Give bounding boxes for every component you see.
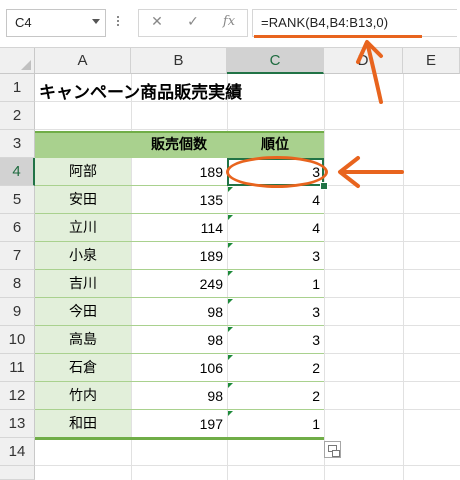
error-indicator-icon[interactable] <box>228 271 233 276</box>
gridline <box>35 465 460 466</box>
error-indicator-icon[interactable] <box>228 355 233 360</box>
cell-name[interactable]: 吉川 <box>35 270 131 298</box>
function-icon[interactable]: fx <box>217 14 241 34</box>
cell-quantity[interactable]: 197 <box>131 410 223 438</box>
cell-quantity[interactable]: 189 <box>131 242 223 270</box>
arrow-left-icon <box>338 156 404 188</box>
name-box-value: C4 <box>15 15 32 30</box>
cell-rank[interactable]: 3 <box>227 298 320 326</box>
highlight-oval-annotation <box>226 156 328 188</box>
column-header-c[interactable]: C <box>227 48 324 74</box>
formula-underline-annotation <box>254 35 422 38</box>
cell-rank[interactable]: 4 <box>227 214 320 242</box>
header-quantity[interactable]: 販売個数 <box>131 133 227 157</box>
error-indicator-icon[interactable] <box>228 383 233 388</box>
cell-name[interactable]: 立川 <box>35 214 131 242</box>
sheet-title[interactable]: キャンペーン商品販売実績 <box>39 78 242 103</box>
cell-quantity[interactable]: 98 <box>131 326 223 354</box>
column-header-e[interactable]: E <box>403 48 460 74</box>
cell-quantity[interactable]: 98 <box>131 298 223 326</box>
row-header-5[interactable]: 5 <box>0 186 35 214</box>
row-header-14[interactable]: 14 <box>0 438 35 466</box>
row-header-11[interactable]: 11 <box>0 354 35 382</box>
cancel-icon[interactable]: ✕ <box>145 14 169 34</box>
row-header-3[interactable]: 3 <box>0 130 35 158</box>
chevron-down-icon[interactable] <box>92 19 100 24</box>
cell-name[interactable]: 小泉 <box>35 242 131 270</box>
error-indicator-icon[interactable] <box>228 411 233 416</box>
formula-buttons: ✕ ✓ fx <box>138 9 248 37</box>
cell-rank[interactable]: 3 <box>227 242 320 270</box>
column-header-d[interactable]: D <box>324 48 403 74</box>
row-header-13[interactable]: 13 <box>0 410 35 438</box>
error-indicator-icon[interactable] <box>228 327 233 332</box>
cell-rank[interactable]: 2 <box>227 382 320 410</box>
row-header-4[interactable]: 4 <box>0 158 35 186</box>
cell-quantity[interactable]: 189 <box>131 158 223 186</box>
formula-text: =RANK(B4,B4:B13,0) <box>261 15 389 30</box>
row-header-1[interactable]: 1 <box>0 74 35 102</box>
cell-rank[interactable]: 4 <box>227 186 320 214</box>
quick-analysis-glyph <box>332 450 340 457</box>
row-header-12[interactable]: 12 <box>0 382 35 410</box>
cell-quantity[interactable]: 114 <box>131 214 223 242</box>
cell-rank[interactable]: 1 <box>227 270 320 298</box>
error-indicator-icon[interactable] <box>228 243 233 248</box>
column-header-b[interactable]: B <box>131 48 227 74</box>
select-all-icon <box>21 60 31 70</box>
row-header-9[interactable]: 9 <box>0 298 35 326</box>
cell-name[interactable]: 石倉 <box>35 354 131 382</box>
formula-bar-area: C4 ✕ ✓ fx =RANK(B4,B4:B13,0) <box>0 0 460 48</box>
cell-rank[interactable]: 1 <box>227 410 320 438</box>
cell-name[interactable]: 和田 <box>35 410 131 438</box>
error-indicator-icon[interactable] <box>228 215 233 220</box>
cell-quantity[interactable]: 98 <box>131 382 223 410</box>
cell-quantity[interactable]: 106 <box>131 354 223 382</box>
gridline <box>35 129 460 130</box>
drag-handle-icon[interactable] <box>116 14 120 32</box>
row-header-6[interactable]: 6 <box>0 214 35 242</box>
cell-quantity[interactable]: 135 <box>131 186 223 214</box>
cell-name[interactable]: 阿部 <box>35 158 131 186</box>
select-all-button[interactable] <box>0 48 35 74</box>
cell-name[interactable]: 竹内 <box>35 382 131 410</box>
row-header-8[interactable]: 8 <box>0 270 35 298</box>
row-header-2[interactable]: 2 <box>0 102 35 130</box>
enter-icon[interactable]: ✓ <box>181 14 205 34</box>
row-header-7[interactable]: 7 <box>0 242 35 270</box>
column-header-a[interactable]: A <box>35 48 131 74</box>
cell-rank[interactable]: 2 <box>227 354 320 382</box>
error-indicator-icon[interactable] <box>228 299 233 304</box>
row-header-10[interactable]: 10 <box>0 326 35 354</box>
formula-input[interactable]: =RANK(B4,B4:B13,0) <box>252 9 457 37</box>
name-box[interactable]: C4 <box>6 9 106 37</box>
cell-name[interactable]: 今田 <box>35 298 131 326</box>
fill-handle[interactable] <box>320 182 328 190</box>
error-indicator-icon[interactable] <box>228 187 233 192</box>
gridline <box>324 74 325 480</box>
row-header-15[interactable] <box>0 466 35 480</box>
header-rank[interactable]: 順位 <box>227 133 323 157</box>
cell-name[interactable]: 安田 <box>35 186 131 214</box>
gridline <box>403 74 404 480</box>
cell-rank[interactable]: 3 <box>227 326 320 354</box>
cell-name[interactable]: 高島 <box>35 326 131 354</box>
cell-quantity[interactable]: 249 <box>131 270 223 298</box>
quick-analysis-icon[interactable] <box>324 441 341 458</box>
